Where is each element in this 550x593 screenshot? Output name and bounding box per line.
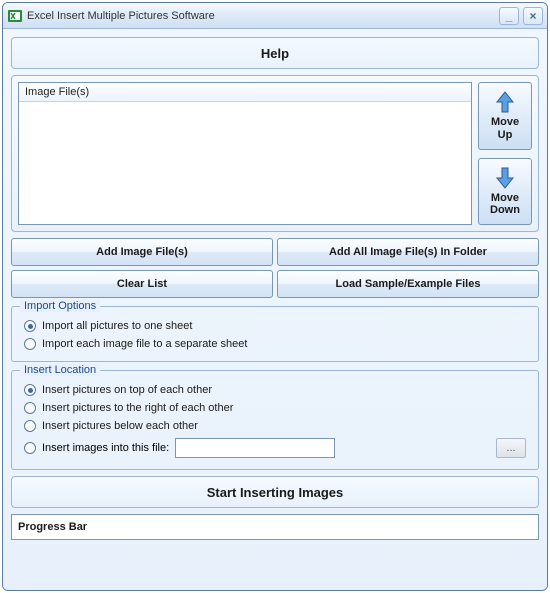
load-sample-button[interactable]: Load Sample/Example Files	[277, 270, 539, 298]
file-path-input[interactable]	[175, 438, 335, 458]
help-label: Help	[261, 46, 289, 61]
insert-opt-file-row: Insert images into this file: ...	[20, 435, 530, 461]
insert-location-legend: Insert Location	[20, 364, 100, 376]
import-options-group: Import Options Import all pictures to on…	[11, 306, 539, 362]
radio-icon	[24, 402, 36, 414]
list-body	[19, 102, 471, 224]
help-button[interactable]: Help	[11, 37, 539, 69]
app-window: Excel Insert Multiple Pictures Software …	[2, 2, 548, 591]
start-label: Start Inserting Images	[207, 485, 344, 500]
ellipsis-icon: ...	[506, 442, 515, 454]
move-down-button[interactable]: Move Down	[478, 158, 532, 226]
import-opt-one-sheet[interactable]: Import all pictures to one sheet	[20, 317, 530, 335]
insert-opt-right[interactable]: Insert pictures to the right of each oth…	[20, 399, 530, 417]
radio-icon	[24, 320, 36, 332]
list-header: Image File(s)	[19, 83, 471, 102]
insert-opt-file[interactable]	[24, 442, 36, 454]
window-title: Excel Insert Multiple Pictures Software	[27, 10, 499, 22]
move-up-button[interactable]: Move Up	[478, 82, 532, 150]
minimize-button[interactable]: _	[499, 7, 519, 25]
radio-icon	[24, 384, 36, 396]
import-opt-separate-sheet[interactable]: Import each image file to a separate she…	[20, 335, 530, 353]
arrow-down-icon	[494, 166, 516, 190]
image-list-panel: Image File(s) Move Up Move Down	[11, 75, 539, 232]
add-folder-button[interactable]: Add All Image File(s) In Folder	[277, 238, 539, 266]
add-files-button[interactable]: Add Image File(s)	[11, 238, 273, 266]
move-buttons-group: Move Up Move Down	[478, 82, 532, 225]
titlebar: Excel Insert Multiple Pictures Software …	[3, 3, 547, 29]
image-listbox[interactable]: Image File(s)	[18, 82, 472, 225]
start-button[interactable]: Start Inserting Images	[11, 476, 539, 508]
action-buttons: Add Image File(s) Add All Image File(s) …	[11, 238, 539, 298]
radio-icon	[24, 420, 36, 432]
progress-bar: Progress Bar	[11, 514, 539, 540]
clear-list-button[interactable]: Clear List	[11, 270, 273, 298]
insert-opt-file-label: Insert images into this file:	[42, 442, 169, 454]
radio-icon	[24, 338, 36, 350]
insert-opt-below[interactable]: Insert pictures below each other	[20, 417, 530, 435]
move-down-label: Move Down	[490, 192, 520, 217]
progress-label: Progress Bar	[18, 521, 87, 533]
browse-button[interactable]: ...	[496, 438, 526, 458]
close-button[interactable]: ×	[523, 7, 543, 25]
import-options-legend: Import Options	[20, 300, 100, 312]
insert-location-group: Insert Location Insert pictures on top o…	[11, 370, 539, 470]
arrow-up-icon	[494, 90, 516, 114]
window-buttons: _ ×	[499, 7, 543, 25]
app-icon	[7, 8, 23, 24]
insert-opt-top[interactable]: Insert pictures on top of each other	[20, 381, 530, 399]
client-area: Help Image File(s) Move Up Move Do	[3, 29, 547, 590]
move-up-label: Move Up	[491, 116, 519, 141]
